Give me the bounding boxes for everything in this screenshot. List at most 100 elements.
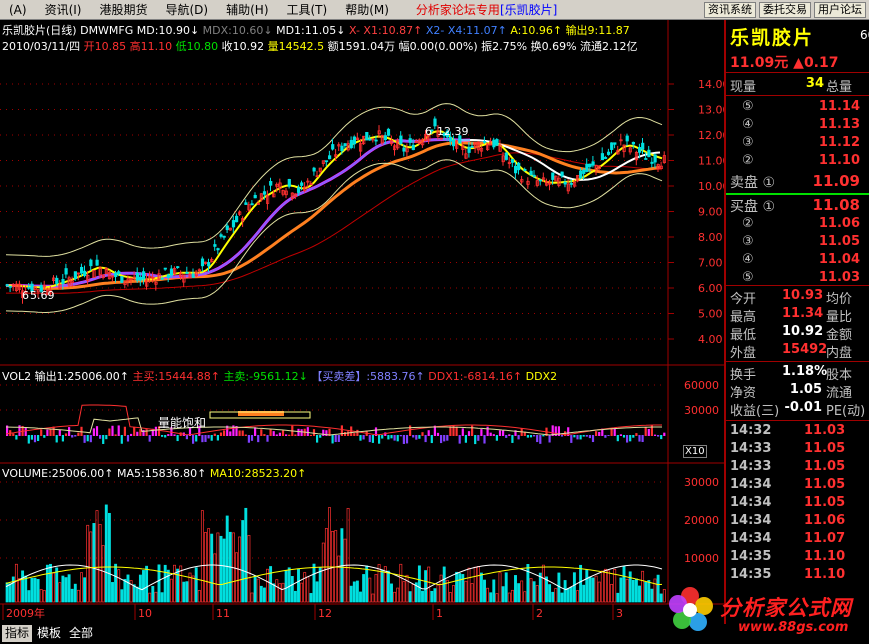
volume-bar: [405, 574, 409, 603]
volume-bar: [526, 564, 530, 603]
stat-label-2: 内盘: [826, 346, 853, 361]
menu-item-assist[interactable]: 辅助(H): [217, 0, 277, 20]
volume-bar: [572, 572, 576, 603]
tab-indicator[interactable]: 指标: [2, 625, 33, 642]
sell-level-row[interactable]: ② 11.10: [730, 153, 868, 171]
vol2-bar: [238, 430, 241, 436]
sell-level-row[interactable]: ⑤ 11.14: [730, 99, 868, 117]
volume-bar: [529, 578, 533, 603]
vol2-bar: [195, 435, 198, 442]
news-system-button[interactable]: 资讯系统: [704, 2, 756, 18]
volume-bar: [30, 578, 34, 603]
x-tick-label: 2: [536, 607, 543, 620]
volume-bar: [86, 524, 90, 603]
vol2-bar: [381, 435, 384, 439]
volume-bar: [64, 577, 68, 603]
vol2-bar: [492, 434, 495, 436]
menu-item-a[interactable]: (A): [0, 0, 36, 20]
candle-body: [482, 141, 487, 143]
buy-level-row[interactable]: ② 11.06: [730, 216, 868, 234]
volume-bar: [476, 566, 480, 603]
price-axis: 14.00 13.00 12.00 11.00 10.00 9.00 8.00 7.00 6.0…: [668, 78, 724, 346]
volume-bar: [566, 587, 570, 603]
volume-bar: [479, 572, 483, 603]
buy1-row[interactable]: 买盘 ① 11.08: [730, 196, 868, 216]
sell1-row[interactable]: 卖盘 ① 11.09: [730, 172, 868, 192]
candle-body: [638, 147, 642, 153]
stat-label: 换手: [730, 368, 757, 383]
candle-body: [374, 139, 378, 142]
trade-button[interactable]: 委托交易: [759, 2, 811, 18]
volume-bar: [628, 571, 632, 603]
vol2-scale-badge[interactable]: X10: [683, 445, 707, 458]
menu-buttons: 资讯系统 委托交易 用户论坛: [704, 2, 866, 18]
menu-item-help[interactable]: 帮助(M): [336, 0, 398, 20]
candle-body: [225, 225, 229, 231]
tab-template[interactable]: 模板: [34, 625, 64, 642]
sell-level-row[interactable]: ③ 11.12: [730, 135, 868, 153]
vol2-bar: [483, 435, 486, 444]
volume-bar: [362, 574, 366, 603]
volume-bar: [439, 574, 443, 603]
candle-body: [185, 272, 189, 274]
volume-bar: [386, 570, 390, 603]
volume-bar: [647, 580, 651, 603]
candle-body: [603, 157, 608, 159]
candle-body: [650, 161, 654, 164]
vol2-bar: [657, 435, 660, 437]
volume-bar: [98, 524, 102, 603]
volume-bar: [656, 574, 660, 603]
tick-price: 11.10: [804, 549, 846, 564]
vol2-bar: [418, 435, 421, 439]
x-tick-label: 3: [616, 607, 623, 620]
volume-bar: [464, 580, 468, 603]
buy-level-row[interactable]: ③ 11.05: [730, 234, 868, 252]
kline-chart-area[interactable]: 乐凯胶片(日线) DMWMFG MD:10.90↓ MDX:10.60↓ MD1…: [0, 20, 724, 624]
menu-item-tools[interactable]: 工具(T): [278, 0, 337, 20]
vol2-bar: [359, 435, 362, 441]
volume-bar: [27, 590, 31, 603]
vol2-bar: [436, 432, 440, 436]
candle-body: [551, 172, 555, 180]
order-level-price: 11.10: [818, 153, 860, 168]
vol2-bar: [33, 435, 37, 443]
candle-body: [591, 161, 595, 166]
volume-bar: [458, 573, 462, 603]
volume-bar: [194, 567, 198, 603]
vol2-bar: [353, 433, 356, 436]
candle-body: [141, 271, 146, 280]
vol2-bar: [86, 435, 89, 442]
volume-row: 现量 34 总量: [730, 76, 868, 95]
candle-body: [222, 235, 226, 238]
tab-all[interactable]: 全部: [66, 625, 96, 642]
vol2-bar: [312, 429, 316, 436]
tick-time: 14:34: [730, 495, 772, 510]
vol2-bar: [449, 426, 452, 436]
menu-item-news[interactable]: 资讯(I): [36, 0, 91, 20]
vol2-bar: [619, 434, 622, 436]
candle-body: [256, 203, 260, 205]
menu-item-hk-futures[interactable]: 港股期货: [90, 0, 156, 20]
chart-canvas[interactable]: 14.0013.0012.0011.0010.009.008.007.006.0…: [0, 20, 724, 624]
price-tick-label: 7.00: [698, 257, 723, 270]
window-title: 分析家论坛专用[乐凯胶片]: [416, 1, 557, 18]
volume-bar: [151, 586, 155, 603]
vol2-bar: [294, 434, 297, 436]
tick-price: 11.05: [804, 459, 846, 474]
order-level-price: 11.14: [818, 99, 860, 114]
candle-body: [176, 266, 180, 269]
buy-level-row[interactable]: ④ 11.04: [730, 252, 868, 270]
sell-level-row[interactable]: ④ 11.13: [730, 117, 868, 135]
volume-tick-label: 20000: [684, 514, 719, 527]
user-forum-button[interactable]: 用户论坛: [814, 2, 866, 18]
candle-body: [234, 215, 239, 223]
menu-item-navigate[interactable]: 导航(D): [157, 0, 218, 20]
volume-bar: [117, 569, 121, 603]
vol2-bar: [24, 427, 27, 436]
volume-bar: [80, 572, 83, 603]
volume-bar: [142, 570, 145, 603]
tick-time: 14:34: [730, 531, 772, 546]
candle-body: [253, 194, 257, 199]
volume-bar: [120, 589, 124, 603]
vol2-bar: [120, 435, 123, 444]
